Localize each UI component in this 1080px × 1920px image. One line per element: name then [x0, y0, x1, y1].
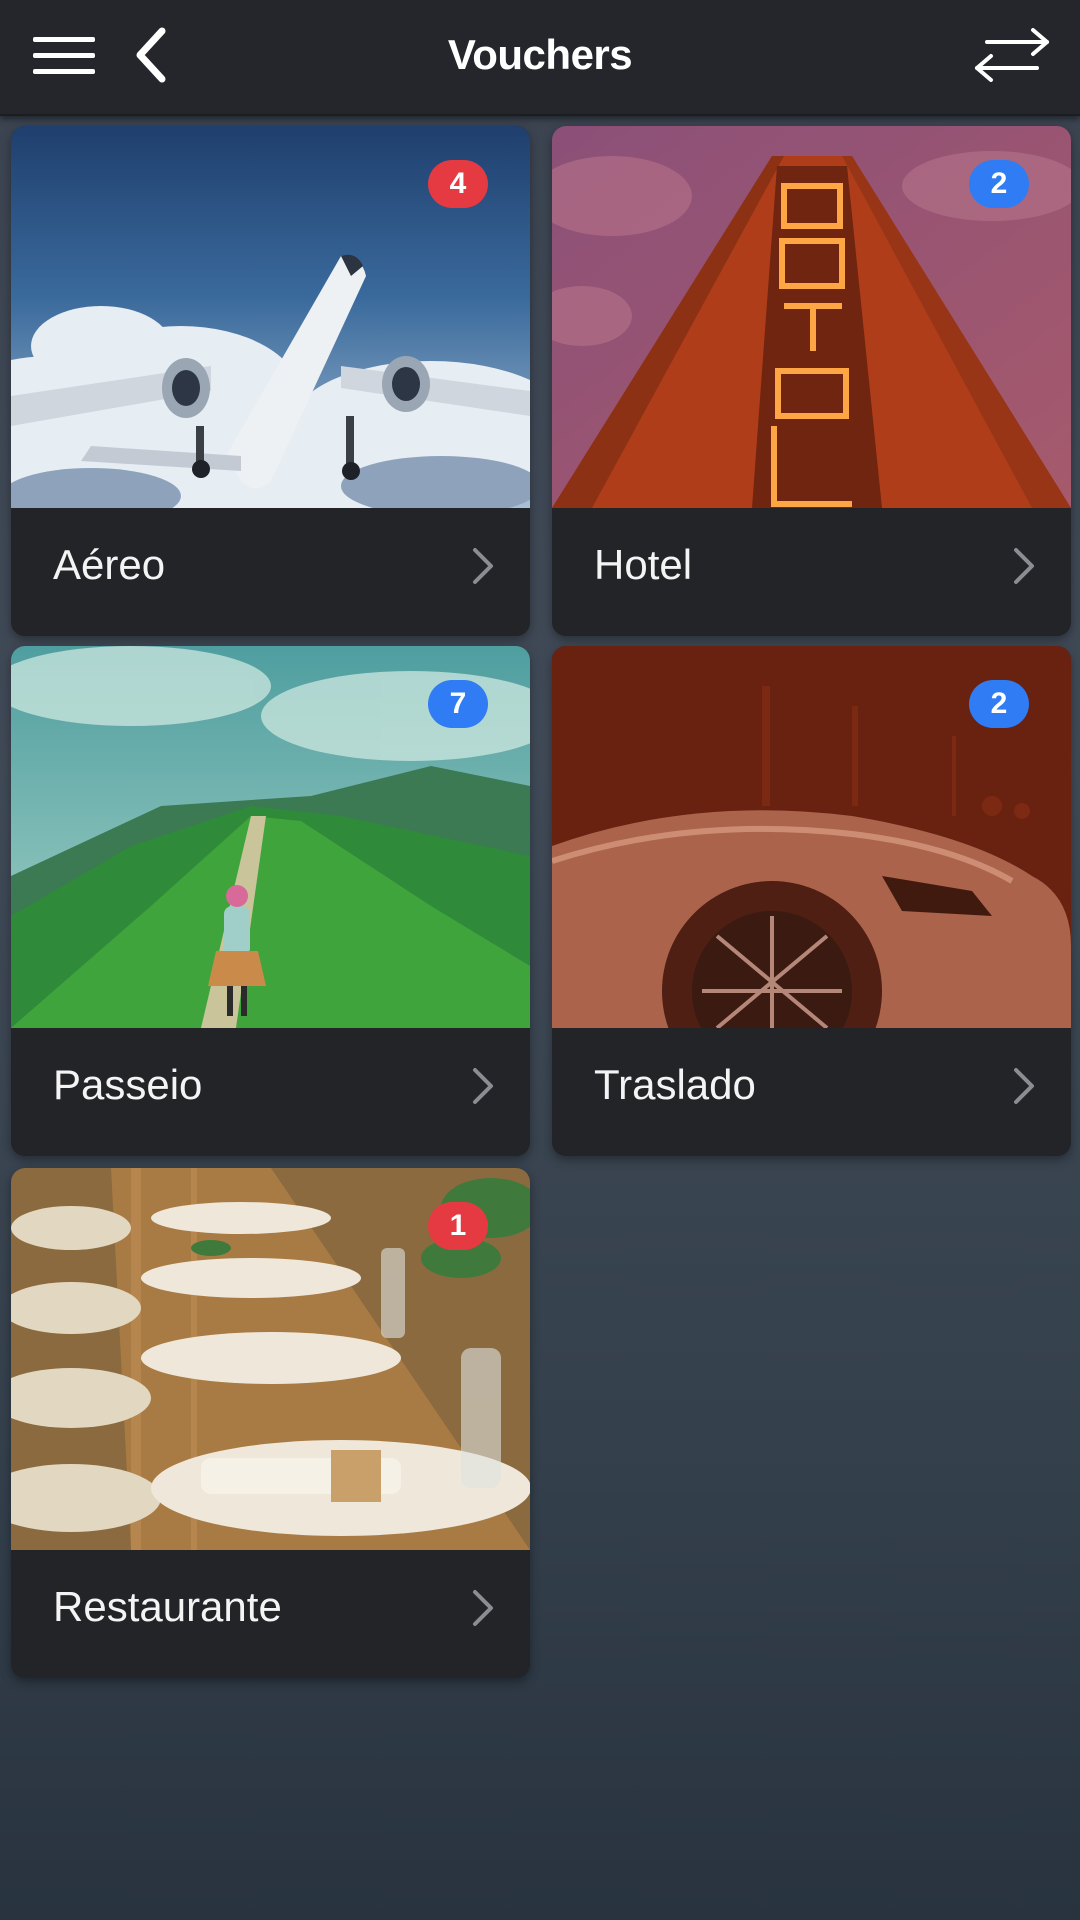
card-label: Passeio	[53, 1061, 203, 1108]
card-label-bar: Hotel	[552, 508, 1071, 636]
page-title: Vouchers	[447, 31, 633, 78]
voucher-card-hotel[interactable]: 2 Hotel	[552, 126, 1071, 636]
voucher-count-badge: 1	[428, 1202, 488, 1250]
restaurant-image: 1	[11, 1168, 530, 1550]
hiking-image: 7	[11, 646, 530, 1028]
card-label-bar: Passeio	[11, 1028, 530, 1156]
voucher-card-traslado[interactable]: 2 Traslado	[552, 646, 1071, 1156]
voucher-count-badge: 2	[969, 680, 1029, 728]
card-label-bar: Aéreo	[11, 508, 530, 636]
airplane-image: 4	[11, 126, 530, 508]
voucher-card-passeio[interactable]: 7 Passeio	[11, 646, 530, 1156]
voucher-count-badge: 7	[428, 680, 488, 728]
card-label: Hotel	[594, 541, 693, 588]
voucher-card-aereo[interactable]: 4 Aéreo	[11, 126, 530, 636]
app-bar: Vouchers	[0, 0, 1080, 116]
card-label: Restaurante	[53, 1583, 282, 1630]
card-label: Aéreo	[53, 541, 166, 588]
voucher-count-badge: 2	[969, 160, 1029, 208]
chevron-right-icon	[473, 1068, 493, 1104]
card-label: Traslado	[594, 1061, 756, 1108]
card-label-bar: Restaurante	[11, 1550, 530, 1678]
voucher-count-badge: 4	[428, 160, 488, 208]
car-image: 2	[552, 646, 1071, 1028]
card-label-bar: Traslado	[552, 1028, 1071, 1156]
chevron-right-icon	[1014, 1068, 1034, 1104]
chevron-right-icon	[1014, 548, 1034, 584]
swap-arrows-icon	[975, 28, 1049, 82]
voucher-card-restaurante[interactable]: 1 Restaurante	[11, 1168, 530, 1678]
swap-button[interactable]	[962, 0, 1062, 110]
chevron-right-icon	[473, 548, 493, 584]
hotel-image: 2	[552, 126, 1071, 508]
chevron-right-icon	[473, 1590, 493, 1626]
